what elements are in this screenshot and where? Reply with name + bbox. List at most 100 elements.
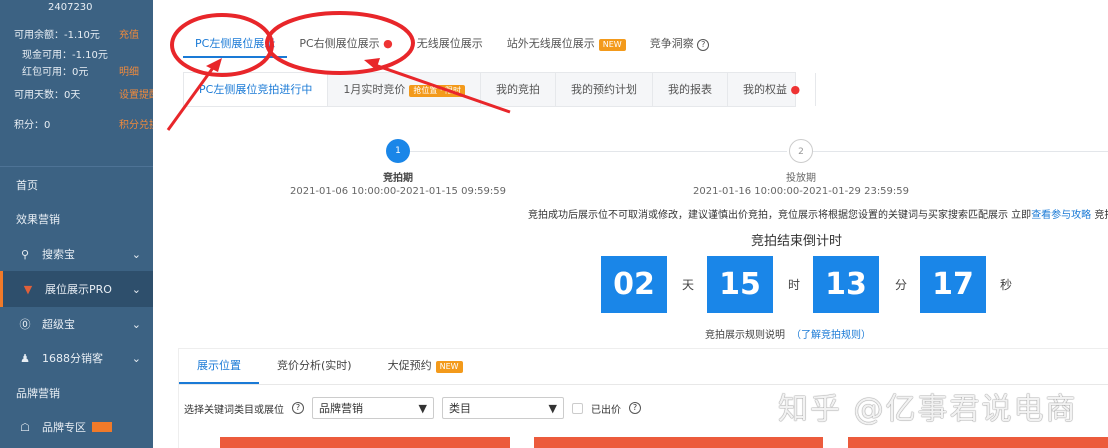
countdown-title: 竞拍结束倒计时 — [751, 234, 843, 249]
days-unit: 天 — [682, 278, 695, 292]
nav-label: 展位展示PRO — [45, 283, 112, 296]
caret-down-icon: ▼ — [548, 401, 557, 415]
subtab-bidding[interactable]: PC左侧展位竞拍进行中 — [184, 73, 329, 106]
nav-display-pro[interactable]: ▼ 展位展示PRO ⌄ — [0, 271, 153, 307]
help-icon[interactable]: ? — [292, 402, 304, 414]
nav-label: 1688分销客 — [42, 352, 103, 365]
type-select[interactable]: 类目 ▼ — [442, 397, 564, 419]
countdown-days: 02 — [601, 256, 667, 313]
tab-positions[interactable]: 展示位置 — [179, 349, 259, 384]
tab-insight[interactable]: 竞争洞察 ? — [638, 32, 722, 58]
countdown-minutes: 13 — [813, 256, 879, 313]
notice: 竞拍成功后展示位不可取消或修改，建议谨慎出价竞拍，竞位展示将根据您设置的关键词与… — [528, 206, 1108, 222]
select-value: 品牌营销 — [319, 402, 363, 415]
trophy-icon: ☖ — [20, 420, 30, 434]
step-number: 1 — [386, 139, 410, 163]
rule-info: 竞拍展示规则说明 （了解竞拍规则） — [705, 326, 871, 341]
caret-down-icon: ▼ — [418, 401, 427, 415]
step-range: 2021-01-16 10:00:00-2021-01-29 23:59:59 — [692, 186, 910, 197]
display-tabs: PC左侧展位展示 PC右侧展位展示 ● 无线展位展示 站外无线展位展示 NEW 竞… — [183, 32, 721, 58]
subtab-my-bids[interactable]: 我的竞拍 — [481, 73, 556, 106]
subtab-my-reports[interactable]: 我的报表 — [653, 73, 728, 106]
position-card[interactable] — [534, 437, 823, 448]
redpacket-label: 红包可用：0元 — [22, 67, 89, 78]
select-value: 类目 — [449, 402, 471, 415]
subtab-realtime[interactable]: 1月实时竞价 抢位置 · 限时 — [328, 73, 481, 106]
position-card[interactable] — [848, 437, 1108, 448]
basket-icon: ▼ — [23, 282, 33, 296]
nav-label: 品牌营销 — [16, 387, 60, 400]
rule-link[interactable]: （了解竞拍规则） — [791, 330, 871, 341]
chevron-down-icon: ⌄ — [131, 282, 141, 296]
tab-wireless[interactable]: 无线展位展示 — [405, 32, 495, 58]
subtab-my-rights[interactable]: 我的权益 ● — [728, 73, 817, 106]
checkbox-label: 已出价 — [591, 404, 621, 416]
tab-label: 我的权益 — [742, 83, 787, 96]
subtab-my-plans[interactable]: 我的预约计划 — [556, 73, 653, 106]
new-badge: NEW — [435, 361, 463, 373]
tab-pc-left[interactable]: PC左侧展位展示 — [183, 32, 288, 58]
nav-effect-marketing[interactable]: 效果营销 — [0, 201, 153, 237]
countdown-hours: 15 — [707, 256, 773, 313]
detail-link[interactable]: 明细 — [119, 63, 139, 78]
new-badge: NEW — [598, 39, 626, 51]
rule-text: 竞拍展示规则说明 — [705, 330, 785, 341]
tips-label: 竞拍技巧 — [1094, 210, 1108, 221]
nav-search[interactable]: ⚲ 搜索宝 ⌄ — [0, 236, 153, 272]
recharge-link[interactable]: 充值 — [119, 26, 139, 41]
help-icon[interactable]: ? — [697, 39, 710, 51]
tab-bid-analysis[interactable]: 竞价分析(实时) — [259, 349, 370, 384]
category-select[interactable]: 品牌营销 ▼ — [312, 397, 434, 419]
step-range: 2021-01-06 10:00:00-2021-01-15 09:59:59 — [289, 186, 507, 197]
step-delivery: 2 投放期 2021-01-16 10:00:00-2021-01-29 23:… — [686, 139, 916, 197]
tab-label: PC右侧展位展示 — [299, 37, 380, 50]
chevron-down-icon: ⌄ — [131, 247, 141, 261]
new-badge — [92, 422, 112, 432]
account-id: 2407230 — [48, 2, 93, 13]
fire-icon: ● — [790, 83, 801, 96]
guide-link[interactable]: 查看参与攻略 — [1031, 210, 1091, 221]
tab-pc-right[interactable]: PC右侧展位展示 ● — [287, 32, 404, 58]
nav-label: 效果营销 — [16, 213, 60, 226]
fire-icon: ● — [383, 37, 393, 50]
balance-label: 可用余额：-1.10元 — [14, 30, 100, 41]
position-card[interactable] — [220, 437, 510, 448]
sub-tabs: PC左侧展位竞拍进行中 1月实时竞价 抢位置 · 限时 我的竞拍 我的预约计划 我… — [183, 72, 817, 107]
chevron-down-icon: ⌄ — [131, 351, 141, 365]
search-icon: ⚲ — [20, 247, 30, 261]
sidebar: 2407230 可用余额：-1.10元 充值 现金可用：-1.10元 红包可用：0… — [0, 0, 159, 448]
step-name: 竞拍期 — [383, 173, 413, 184]
nav-home[interactable]: 首页 — [0, 167, 153, 203]
filter-label: 选择关键词类目或展位 — [184, 404, 284, 416]
tab-label: 站外无线展位展示 — [506, 37, 595, 50]
nav-label: 搜索宝 — [42, 248, 75, 261]
nav-brand-marketing[interactable]: 品牌营销 — [0, 375, 153, 411]
nav-label: 超级宝 — [42, 318, 75, 331]
step-name: 投放期 — [786, 173, 816, 184]
bottom-tabs: 展示位置 竞价分析(实时) 大促预约 NEW — [179, 349, 1108, 385]
bid-checkbox[interactable] — [572, 402, 583, 414]
tab-promo-booking[interactable]: 大促预约 NEW — [370, 349, 481, 384]
tab-label: 1月实时竞价 — [343, 83, 406, 96]
step-number: 2 — [789, 139, 813, 163]
tab-label: 大促预约 — [387, 359, 432, 372]
points-label: 积分：0 — [14, 120, 51, 131]
nav-super[interactable]: ⓪ 超级宝 ⌄ — [0, 306, 153, 342]
chevron-down-icon: ⌄ — [131, 317, 141, 331]
cash-label: 现金可用：-1.10元 — [22, 50, 108, 61]
help-icon[interactable]: ? — [629, 402, 641, 414]
tab-label: 竞争洞察 — [649, 37, 694, 50]
tab-offsite-wireless[interactable]: 站外无线展位展示 NEW — [495, 32, 638, 58]
coin-icon: ⓪ — [19, 318, 31, 331]
days-label: 可用天数：0天 — [14, 90, 81, 101]
nav-1688[interactable]: ♟ 1688分销客 ⌄ — [0, 340, 153, 376]
filter-row: 选择关键词类目或展位? 品牌营销 ▼ 类目 ▼ 已出价? — [184, 397, 641, 419]
nav-brand-zone[interactable]: ☖ 品牌专区 — [0, 409, 153, 445]
promo-badge: 抢位置 · 限时 — [409, 85, 465, 97]
main-content: PC左侧展位展示 PC右侧展位展示 ● 无线展位展示 站外无线展位展示 NEW 竞… — [153, 0, 1108, 448]
step-bidding: 1 竞拍期 2021-01-06 10:00:00-2021-01-15 09:… — [283, 139, 513, 197]
hours-unit: 时 — [788, 278, 801, 292]
users-icon: ♟ — [20, 351, 30, 365]
nav-label: 首页 — [16, 179, 38, 192]
countdown-seconds: 17 — [920, 256, 986, 313]
